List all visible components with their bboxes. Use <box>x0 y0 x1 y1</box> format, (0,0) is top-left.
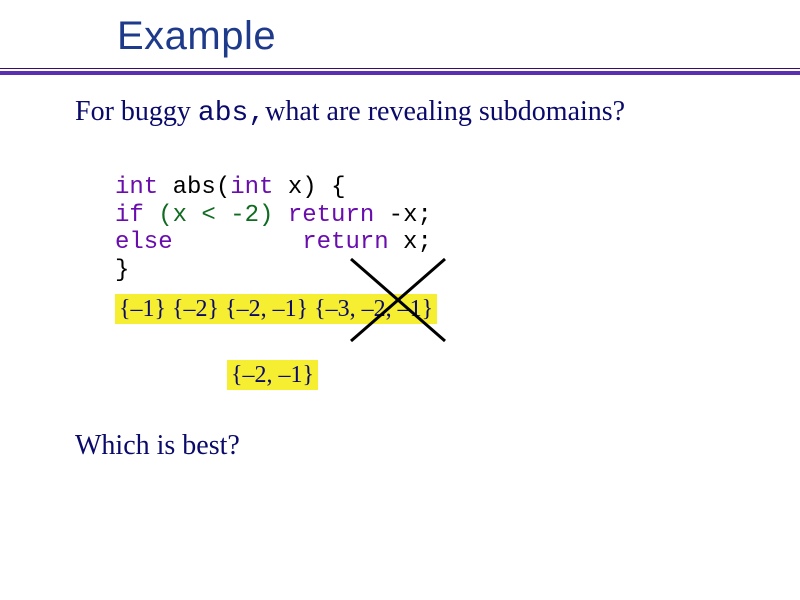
followup-question: Which is best? <box>75 430 240 462</box>
code-kw: int <box>115 174 158 201</box>
prompt-question: For buggy abs,what are revealing subdoma… <box>75 96 625 129</box>
rule-thin <box>0 68 800 69</box>
code-kw: else <box>115 229 173 256</box>
title-rule <box>0 68 800 75</box>
slide-title-area: Example <box>0 14 800 59</box>
slide-title: Example <box>117 14 276 58</box>
code-text <box>144 202 158 229</box>
rule-thick <box>0 71 800 75</box>
code-text: } <box>115 257 129 284</box>
subdomain-best-text: {–2, –1} <box>227 360 318 390</box>
code-kw: return <box>302 229 388 256</box>
code-block: int abs(int x) { if (x < -2) return -x; … <box>115 174 432 284</box>
subdomain-best: {–2, –1} <box>227 362 318 389</box>
code-kw: if <box>115 202 144 229</box>
subdomain-candidates: {–1} {–2} {–2, –1} {–3, –2, –1} <box>115 296 437 323</box>
code-text: x) { <box>273 174 345 201</box>
code-text <box>273 202 287 229</box>
question-code: abs, <box>198 98 265 129</box>
code-text: x; <box>389 229 432 256</box>
code-text <box>173 229 303 256</box>
code-cond: (x < -2) <box>158 202 273 229</box>
code-text: -x; <box>374 202 432 229</box>
code-text: abs( <box>158 174 230 201</box>
question-post: what are revealing subdomains? <box>265 96 625 127</box>
subdomain-candidates-text: {–1} {–2} {–2, –1} {–3, –2, –1} <box>115 294 437 324</box>
question-pre: For buggy <box>75 96 198 127</box>
code-kw: return <box>288 202 374 229</box>
code-kw: int <box>230 174 273 201</box>
